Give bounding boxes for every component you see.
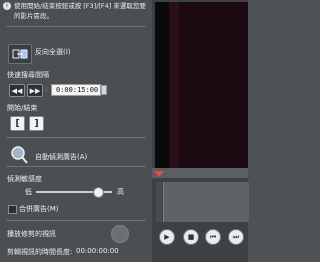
divider xyxy=(6,166,146,167)
merge-ads-label: 合併廣告(M) xyxy=(19,205,59,213)
speed-section-label: 快速搜尋間隔 xyxy=(7,71,49,79)
reverse-select-label: 反向全選(I) xyxy=(35,48,71,56)
rewind-icon: ◀◀ xyxy=(11,86,23,95)
auto-detect-button[interactable] xyxy=(8,145,30,165)
timeline-bar[interactable] xyxy=(152,168,248,178)
instructions-text: 使用開始/結束按鈕或按 [F3]/[F4] 來選取您要的影片區段。 xyxy=(14,2,146,20)
playback-label: 播放修剪的視訊 xyxy=(7,230,56,238)
duration-label: 剪輯視訊的時間長度: xyxy=(7,248,73,256)
duration-value: 00:00:00:00 xyxy=(76,247,119,255)
auto-detect-label: 自動偵測廣告(A) xyxy=(35,153,88,161)
magnifier-icon xyxy=(11,146,28,164)
fast-forward-icon: ▶▶ xyxy=(29,86,41,95)
reverse-select-button[interactable] xyxy=(8,44,32,64)
stop-button[interactable]: ■ xyxy=(183,229,199,245)
start-end-label: 開始/結束 xyxy=(7,104,38,112)
playback-button[interactable] xyxy=(111,225,129,243)
mark-start-button[interactable]: [ xyxy=(10,116,25,131)
reverse-select-icon xyxy=(12,49,28,59)
stop-icon: ■ xyxy=(187,233,195,241)
divider xyxy=(6,220,146,221)
timeline-side xyxy=(156,182,162,222)
previous-button[interactable]: ⏮ xyxy=(205,229,221,245)
merge-ads-checkbox[interactable] xyxy=(8,205,17,214)
play-icon: ▶ xyxy=(164,233,170,241)
time-colon: : xyxy=(45,85,48,93)
rewind-button[interactable]: ◀◀ xyxy=(9,84,25,97)
mark-end-button[interactable]: ] xyxy=(29,116,44,131)
fast-forward-button[interactable]: ▶▶ xyxy=(27,84,43,97)
mark-start-icon: [ xyxy=(15,118,20,129)
next-icon: ⏭ xyxy=(232,232,240,241)
preview-frame-edge xyxy=(155,2,169,168)
clip-panel xyxy=(163,182,249,222)
previous-icon: ⏮ xyxy=(209,232,217,241)
sensitivity-high-label: 高 xyxy=(117,188,124,196)
playhead-marker[interactable] xyxy=(154,171,164,177)
mark-end-icon: ] xyxy=(34,118,39,129)
trim-panel xyxy=(0,0,152,262)
divider xyxy=(6,137,146,138)
preview-frame-shade xyxy=(169,2,179,168)
play-button[interactable]: ▶ xyxy=(159,229,175,245)
interval-spinner[interactable] xyxy=(101,85,107,95)
sensitivity-low-label: 低 xyxy=(25,188,32,196)
sensitivity-label: 偵測敏感度 xyxy=(7,175,42,183)
search-interval-input[interactable]: 0:00:15:00 xyxy=(51,84,101,96)
divider xyxy=(6,26,146,27)
info-icon: i xyxy=(3,2,11,10)
next-button[interactable]: ⏭ xyxy=(228,229,244,245)
